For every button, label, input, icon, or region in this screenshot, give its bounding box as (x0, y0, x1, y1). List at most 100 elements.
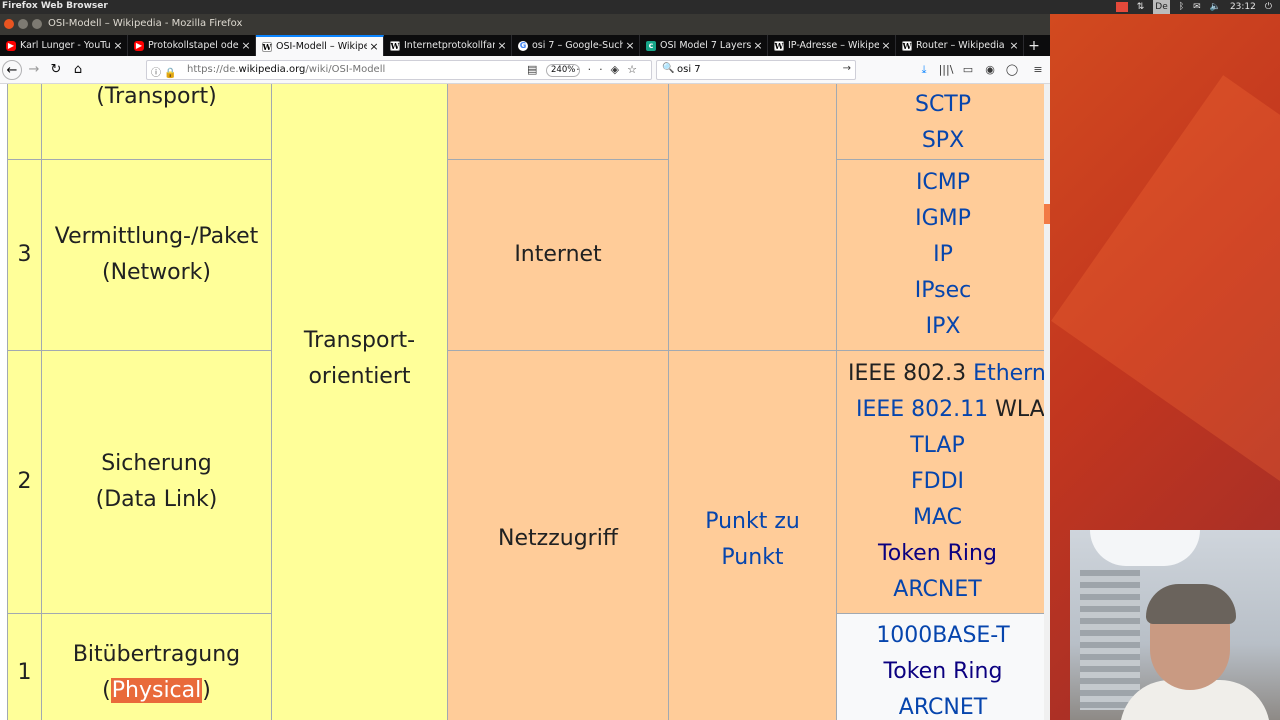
layer-name-cell-physical: Bitübertragung (Physical) (41, 613, 272, 720)
layer-number-cell-2: 2 (7, 350, 42, 614)
network-icon[interactable]: ⇅ (1137, 0, 1145, 14)
transport-oriented-line2: orientiert (308, 364, 411, 389)
scrollbar-thumb[interactable] (1044, 204, 1050, 224)
protocol-link-ipsec[interactable]: IPsec (915, 273, 971, 309)
tab-label: Internetprotokollfamilie (404, 40, 495, 51)
protocol-link-ipx[interactable]: IPX (926, 309, 961, 345)
ieee-8023-text: IEEE 802.3 (848, 361, 974, 386)
protocol-link-ip[interactable]: IP (933, 237, 953, 273)
delivery-cell-p2p: Punkt zu Punkt (668, 350, 837, 720)
protocol-link-icmp[interactable]: ICMP (916, 165, 970, 201)
window-close-button[interactable] (4, 19, 14, 29)
tab-close-icon[interactable]: × (367, 40, 381, 53)
volume-icon[interactable]: 🔈 (1210, 0, 1221, 14)
window-maximize-button[interactable] (32, 19, 42, 29)
pocket-icon[interactable]: ◈ (611, 63, 627, 76)
tcpip-cell-netzzugriff: Netzzugriff (447, 350, 669, 720)
reader-view-icon[interactable]: ▤ (527, 63, 537, 76)
tab-strip: ▶ Karl Lunger - YouTube × ▶ Protokollsta… (0, 35, 1050, 56)
tab-google-search[interactable]: G osi 7 – Google-Suche × (512, 35, 640, 56)
site-icon: c (646, 40, 656, 51)
layer-name-en-data-link: (Data Link) (95, 487, 218, 512)
back-button[interactable]: ← (2, 60, 22, 80)
ieee-80211-line: IEEE 802.11 WLAN (848, 392, 1049, 428)
forward-button[interactable]: → (24, 60, 44, 80)
navigation-toolbar: ← → ↻ ⌂ ⓘ 🔒 https://de.wikipedia.org/wik… (0, 56, 1050, 84)
tcpip-cell-transport (447, 84, 669, 160)
page-scrollbar[interactable] (1044, 84, 1050, 720)
highlighted-search-match: Physical (110, 678, 203, 703)
bookmark-star-icon[interactable]: ☆ (627, 63, 645, 76)
reload-button[interactable]: ↻ (46, 60, 66, 80)
sidebar-icon[interactable]: ▭ (958, 60, 978, 80)
presenter-hair (1146, 584, 1236, 624)
hamburger-menu-icon[interactable]: ≡ (1028, 60, 1048, 80)
bluetooth-icon[interactable]: ᛒ (1179, 0, 1184, 14)
tab-close-icon[interactable]: × (239, 39, 253, 52)
tab-protokollstapel[interactable]: ▶ Protokollstapel oder × (128, 35, 256, 56)
tab-router[interactable]: W Router – Wikipedia × (896, 35, 1024, 56)
layer-name-transport: (Transport) (96, 84, 217, 109)
protocol-link-fddi[interactable]: FDDI (911, 469, 964, 494)
protocol-link-arcnet[interactable]: ARCNET (893, 577, 981, 602)
extension-icon[interactable]: ◉ (980, 60, 1000, 80)
wikipedia-icon: W (902, 40, 912, 51)
punkt-zu-punkt-link-line2[interactable]: Punkt (721, 540, 783, 576)
new-tab-button[interactable]: + (1024, 35, 1044, 56)
url-bar[interactable]: ⓘ 🔒 https://de.wikipedia.org/wiki/OSI-Mo… (146, 60, 652, 80)
tab-close-icon[interactable]: × (879, 39, 893, 52)
layer-name-cell-network: Vermittlung-/Paket (Network) (41, 159, 272, 351)
tab-osi-modell[interactable]: W OSI-Modell – Wikipedia × (256, 35, 384, 56)
home-button[interactable]: ⌂ (68, 60, 88, 80)
window-minimize-button[interactable] (18, 19, 28, 29)
tab-label: Karl Lunger - YouTube (20, 40, 111, 51)
account-icon[interactable]: ◯ (1002, 60, 1022, 80)
protocol-link-mac[interactable]: MAC (913, 505, 962, 530)
search-bar[interactable]: 🔍 osi 7 → (656, 60, 856, 80)
protocols-cell-transport: SCTP SPX (836, 84, 1050, 160)
tab-ip-adresse[interactable]: W IP-Adresse – Wikipedia × (768, 35, 896, 56)
recording-indicator-icon[interactable] (1115, 2, 1128, 12)
protocol-token-ring: Token Ring (878, 541, 997, 566)
system-tray: ⇅ De ᛒ ✉ 🔈 23:12 ⏻ (1115, 0, 1272, 14)
power-icon[interactable]: ⏻ (1265, 0, 1272, 14)
transport-oriented-cell: Transport- orientiert (271, 84, 448, 720)
keyboard-layout-indicator[interactable]: De (1153, 0, 1170, 14)
search-input[interactable]: osi 7 (677, 64, 701, 75)
clock[interactable]: 23:12 (1230, 0, 1256, 14)
protocol-link-igmp[interactable]: IGMP (915, 201, 971, 237)
protocol-link-arcnet-physical[interactable]: ARCNET (899, 690, 987, 720)
tab-osi-model-7-layers[interactable]: c OSI Model 7 Layers × (640, 35, 768, 56)
page-actions: ···◈☆ (576, 63, 645, 76)
url-text: https://de.wikipedia.org/wiki/OSI-Modell (187, 64, 385, 75)
protocol-link-tlap[interactable]: TLAP (910, 433, 965, 458)
protocols-cell-physical: 1000BASE-T Token Ring ARCNET (836, 613, 1050, 720)
layer-name-en-physical-wrapper: (Physical) (102, 673, 211, 709)
zoom-level-badge[interactable]: 240% (546, 64, 581, 77)
protocol-link-spx[interactable]: SPX (922, 123, 964, 159)
tcpip-layer-netzzugriff: Netzzugriff (498, 526, 618, 551)
downloads-icon[interactable]: ⤓ (914, 60, 934, 80)
ieee-8023-line: IEEE 802.3 Ethernet (848, 356, 1049, 392)
protocol-link-ethernet[interactable]: Ethernet (973, 361, 1049, 386)
page-actions-menu-icon[interactable]: ··· (576, 63, 611, 76)
protocol-link-sctp[interactable]: SCTP (915, 87, 971, 123)
protocol-link-ieee80211[interactable]: IEEE 802.11 (856, 397, 988, 422)
tab-label: Protokollstapel oder (148, 40, 239, 51)
tab-close-icon[interactable]: × (111, 39, 125, 52)
search-go-arrow-icon[interactable]: → (843, 63, 851, 74)
paren-open: ( (102, 678, 111, 703)
tab-close-icon[interactable]: × (1007, 39, 1021, 52)
protocol-link-1000base-t[interactable]: 1000BASE-T (876, 618, 1009, 654)
mail-icon[interactable]: ✉ (1193, 0, 1201, 14)
library-icon[interactable]: |||\ (936, 60, 956, 80)
tab-close-icon[interactable]: × (751, 39, 765, 52)
tab-label: OSI-Modell – Wikipedia (276, 41, 367, 52)
ceiling-lamp (1090, 530, 1200, 566)
tab-close-icon[interactable]: × (623, 39, 637, 52)
punkt-zu-punkt-link-line1[interactable]: Punkt zu (705, 504, 800, 540)
tab-karl-lunger-youtube[interactable]: ▶ Karl Lunger - YouTube × (0, 35, 128, 56)
tab-internetprotokollfamilie[interactable]: W Internetprotokollfamilie × (384, 35, 512, 56)
site-info-icon[interactable]: ⓘ 🔒 (151, 64, 177, 79)
tab-close-icon[interactable]: × (495, 39, 509, 52)
